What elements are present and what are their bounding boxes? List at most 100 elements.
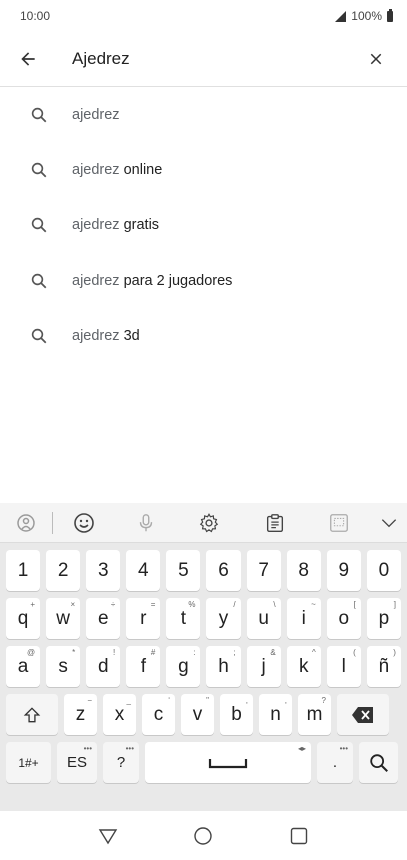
symbols-key[interactable]: 1#+ (6, 742, 51, 783)
space-key[interactable]: ◂▸ (145, 742, 311, 783)
search-header (0, 32, 407, 87)
keyboard-key[interactable]: n, (259, 694, 292, 735)
key-label: 1 (17, 559, 29, 581)
key-label: k (298, 655, 309, 677)
emoji-button[interactable] (53, 503, 115, 543)
search-icon (0, 327, 72, 345)
period-key[interactable]: . ••• (317, 742, 353, 783)
clipboard-button[interactable] (242, 503, 308, 543)
keyboard-key[interactable]: l( (326, 646, 361, 687)
keyboard-key[interactable]: ñ) (366, 646, 401, 687)
letter-row-3: z − x _ c ‘v " b, n, m? (3, 694, 404, 735)
search-icon (0, 106, 72, 124)
clear-search-button[interactable] (345, 32, 407, 87)
suggestion-item[interactable]: ajedrez gratis (0, 198, 407, 253)
keyboard-key[interactable]: 4 (126, 550, 161, 591)
keyboard-key[interactable]: o[ (326, 598, 361, 639)
search-icon (0, 161, 72, 179)
key-label: 2 (57, 559, 69, 581)
keyboard-key[interactable]: x _ (103, 694, 136, 735)
keyboard-key[interactable]: v " (181, 694, 214, 735)
key-hint: + (30, 600, 36, 609)
status-bar: 10:00 100% (0, 0, 407, 32)
keyboard-key[interactable]: u \ (246, 598, 281, 639)
keyboard-key[interactable]: g: (166, 646, 201, 687)
key-hint: * (72, 648, 76, 657)
search-key[interactable] (359, 742, 398, 783)
keyboard-key[interactable]: d! (86, 646, 121, 687)
one-hand-mode-button[interactable] (308, 503, 370, 543)
keyboard-key[interactable]: 5 (166, 550, 201, 591)
period-label: . (332, 754, 338, 771)
keyboard-key[interactable]: c ‘ (142, 694, 175, 735)
keyboard-key[interactable]: i ~ (286, 598, 321, 639)
key-label: s (58, 655, 68, 677)
keyboard-key[interactable]: h; (206, 646, 241, 687)
suggestion-item[interactable]: ajedrez (0, 87, 407, 142)
keyboard-key[interactable]: 2 (46, 550, 81, 591)
suggestion-completion: gratis (119, 217, 160, 234)
keyboard-key[interactable]: j & (246, 646, 281, 687)
keyboard-key[interactable]: z − (64, 694, 97, 735)
search-icon (0, 272, 72, 290)
keyboard-key[interactable]: 9 (326, 550, 361, 591)
keyboard-key[interactable]: e ÷ (86, 598, 121, 639)
keyboard-key[interactable]: s * (46, 646, 81, 687)
nav-home-button[interactable] (188, 821, 218, 851)
keyboard-key[interactable]: r = (126, 598, 161, 639)
key-label: 9 (338, 559, 350, 581)
key-label: t (180, 607, 187, 629)
keyboard-key[interactable]: 1 (6, 550, 41, 591)
key-hint: ] (393, 600, 396, 609)
close-icon (370, 53, 382, 65)
nav-back-button[interactable] (93, 821, 123, 851)
shift-key[interactable] (6, 694, 58, 735)
question-key[interactable]: ? ••• (103, 742, 139, 783)
keyboard-key[interactable]: t% (166, 598, 201, 639)
key-label: m (306, 703, 323, 725)
keyboard-key[interactable]: f # (126, 646, 161, 687)
suggestion-text: ajedrez 3d (72, 328, 140, 344)
backspace-key[interactable] (337, 694, 389, 735)
key-label: 7 (258, 559, 269, 581)
key-label: v (192, 703, 203, 725)
suggestion-item[interactable]: ajedrez para 2 jugadores (0, 253, 407, 308)
search-input[interactable] (56, 49, 345, 69)
keyboard-key[interactable]: a @ (6, 646, 41, 687)
keyboard-key[interactable]: 7 (246, 550, 281, 591)
keyboard-key[interactable]: w × (46, 598, 81, 639)
key-label: 5 (178, 559, 189, 581)
nav-recents-button[interactable] (284, 821, 314, 851)
keyboard-key[interactable]: 0 (366, 550, 401, 591)
keyboard-key[interactable]: 3 (86, 550, 121, 591)
keyboard-settings-button[interactable] (177, 503, 243, 543)
keyboard-key[interactable]: 6 (206, 550, 241, 591)
suggestion-query: ajedrez (72, 106, 120, 123)
question-key-hint: ••• (125, 744, 134, 753)
keyboard-key[interactable]: 8 (286, 550, 321, 591)
key-hint: # (150, 648, 156, 657)
key-hint: × (70, 600, 76, 609)
shift-arrow-icon (23, 706, 41, 722)
voice-input-button[interactable] (115, 503, 177, 543)
suggestion-item[interactable]: ajedrez 3d (0, 309, 407, 364)
keyboard-key[interactable]: y / (206, 598, 241, 639)
keyboard-key[interactable]: q + (6, 598, 41, 639)
gear-icon (200, 512, 219, 532)
suggestion-item[interactable]: ajedrez online (0, 142, 407, 197)
triangle-back-icon (98, 828, 118, 844)
key-hint: ( (353, 648, 356, 657)
keyboard-key[interactable]: m? (298, 694, 331, 735)
keyboard-key[interactable]: p] (366, 598, 401, 639)
keyboard-key[interactable]: b, (220, 694, 253, 735)
keyboard-key[interactable]: k ^ (286, 646, 321, 687)
back-button[interactable] (0, 32, 56, 87)
keyboard-switch-button[interactable] (0, 503, 52, 543)
language-key[interactable]: ES ••• (57, 742, 97, 783)
arrow-left-icon (21, 52, 35, 66)
key-hint: / (233, 600, 236, 609)
suggestion-completion: 3d (119, 328, 140, 345)
letter-row-3-keys: z − x _ c ‘v " b, n, m? (61, 694, 334, 735)
on-screen-keyboard: 1234567890 q + w × e ÷ r = t% y / u \ i ~ o[p] a @ s * d! f #… (0, 503, 407, 811)
hide-keyboard-button[interactable] (370, 503, 407, 543)
